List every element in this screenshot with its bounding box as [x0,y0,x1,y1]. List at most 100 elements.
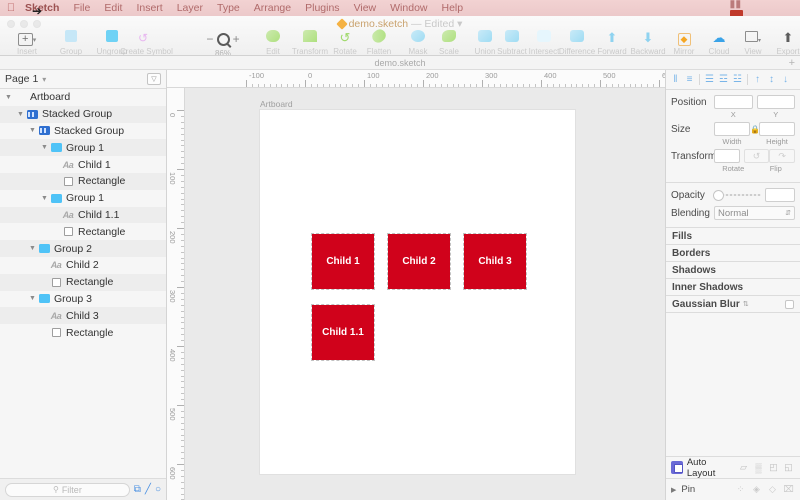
width-input[interactable] [714,122,750,136]
opacity-input[interactable] [765,188,795,202]
canvas-child-box[interactable]: Child 1 [311,233,375,290]
layer-row[interactable]: ▼AaChild 1.1 [0,206,166,224]
disclosure-triangle-icon[interactable]: ▼ [28,295,37,302]
menu-item-file[interactable]: File [66,2,97,14]
duplicate-icon[interactable]: ⧉ [134,484,141,495]
layer-row[interactable]: ▼ Group 2 [0,240,166,257]
height-input[interactable] [759,122,795,136]
filter-input-wrap[interactable]: ⚲ Filter [5,482,130,497]
layer-row[interactable]: ▼AaChild 1 [0,156,166,173]
export-button[interactable]: ⬆ Export [765,29,800,55]
circle-icon[interactable]: ○ [155,484,161,495]
disclosure-triangle-icon[interactable]: ▼ [4,94,13,101]
disclosure-triangle-icon[interactable]: ▶ [671,486,676,494]
menu-item-layer[interactable]: Layer [170,2,210,14]
align-bottom-icon[interactable]: ↓ [779,73,792,87]
shadows-section[interactable]: Shadows [666,262,800,279]
flip-horizontal-icon[interactable]: ↺ [743,149,770,163]
grid-icon[interactable]: ▒ [752,462,765,474]
align-middle-vertical-icon[interactable]: ↕ [765,73,778,87]
flip-vertical-icon[interactable]: ↷ [769,149,796,163]
layer-row[interactable]: ▼Rectangle [0,223,166,240]
inner-shadows-section[interactable]: Inner Shadows [666,279,800,296]
opacity-slider-knob[interactable] [714,191,723,200]
layer-row[interactable]: ▼AaChild 2 [0,257,166,274]
position-x-input[interactable] [714,95,753,109]
horizontal-ruler[interactable]: -1000100200300400500600700 [167,70,665,88]
insert-button[interactable]: + ▾ Insert [4,29,50,55]
layer-row[interactable]: ▼ Artboard [0,89,166,106]
pin-center-icon[interactable]: ◈ [750,484,763,496]
new-tab-button[interactable]: + [789,56,795,70]
align-center-horizontal-icon[interactable]: ☲ [717,73,730,87]
disclosure-triangle-icon[interactable]: ▼ [16,111,25,118]
pen-icon[interactable]: ╱ [145,484,151,495]
opacity-slider[interactable] [714,189,761,201]
artboard-label[interactable]: Artboard [260,99,293,109]
distribute-horizontally-icon[interactable]: ‖ [669,73,682,87]
rotate-input[interactable] [714,149,740,163]
design-canvas[interactable]: Artboard Child 1 Child 2 Child 3 Child 1.1 [185,88,665,500]
menu-item-plugins[interactable]: Plugins [298,2,346,14]
page-options-icon[interactable]: ▽ [147,73,161,85]
layer-row[interactable]: ▼ Group 3 [0,291,166,308]
align-left-icon[interactable]: ☰ [703,73,716,87]
chevron-down-icon[interactable]: ▾ [42,75,46,84]
zoom-out-button[interactable]: − [206,32,213,46]
zoom-in-button[interactable]: + [233,32,240,46]
gaussian-blur-section[interactable]: Gaussian Blur ⇅ [666,296,800,313]
layer-row[interactable]: ▼Rectangle [0,172,166,190]
pin-both-icon[interactable]: ◱ [782,462,795,474]
layer-row[interactable]: ▼ Group 1 [0,190,166,207]
menu-item-help[interactable]: Help [435,2,471,14]
canvas-child-box[interactable]: Child 2 [387,233,451,290]
borders-section[interactable]: Borders [666,245,800,262]
artboard-surface[interactable] [260,110,575,474]
layer-row[interactable]: ▼ Group 1 [0,139,166,157]
align-right-icon[interactable]: ☳ [731,73,744,87]
disclosure-triangle-icon[interactable]: ▼ [40,195,49,202]
group-button[interactable]: Group [48,29,94,55]
filter-input[interactable]: Filter [62,485,82,495]
gaussian-blur-section-checkbox[interactable] [785,299,794,309]
menu-item-view[interactable]: View [347,2,384,14]
resize-folder-icon[interactable]: ▱ [737,462,750,474]
menu-item-type[interactable]: Type [210,2,247,14]
position-y-input[interactable] [756,95,795,109]
align-top-icon[interactable]: ↑ [751,73,764,87]
pin-corners-icon[interactable]: ⁘ [734,484,747,496]
page-selector-row[interactable]: Page 1 ▾ ▽ [0,70,166,89]
layer-row[interactable]: ▼ Stacked Group [0,123,166,140]
disclosure-triangle-icon[interactable]: ▼ [28,245,37,252]
stepper-icon[interactable]: ⇅ [743,300,749,308]
menu-item-window[interactable]: Window [383,2,434,14]
page-name[interactable]: Page 1 [5,73,38,85]
menu-item-sketch[interactable]: Sketch [18,2,66,14]
delete-icon[interactable]: ⌧ [782,484,795,496]
disclosure-triangle-icon[interactable]: ▼ [40,144,49,151]
blending-select[interactable]: Normal ⇵ [714,206,795,220]
layer-row[interactable]: ▼Rectangle [0,324,166,341]
distribute-vertically-icon[interactable]: ≡ [683,73,696,87]
layer-tree-list[interactable]: ▼ Artboard ▼ Stacked Group ▼ Stacked Group ▼ Gr… [0,89,166,478]
battery-icon[interactable]: ▮▮ [726,0,796,10]
create-symbol-button[interactable]: ↺ Create Symbol [120,29,173,55]
zoom-control[interactable]: − + 86% [186,32,260,55]
document-tab[interactable]: demo.sketch [374,58,425,68]
canvas-child-box[interactable]: Child 3 [463,233,527,290]
lock-icon[interactable]: 🔒 [750,125,760,134]
layer-row[interactable]: ▼Rectangle [0,273,166,291]
layer-row[interactable]: ▼AaChild 3 [0,307,166,325]
apple-logo-icon[interactable]:  [4,2,18,14]
menu-item-edit[interactable]: Edit [97,2,129,14]
disclosure-triangle-icon[interactable]: ▼ [28,127,37,134]
layer-row[interactable]: ▼ Stacked Group [0,105,166,123]
menu-item-arrange[interactable]: Arrange [247,2,298,14]
canvas-child-box[interactable]: Child 1.1 [311,304,375,361]
pin-edge-icon[interactable]: ◇ [766,484,779,496]
pin-right-icon[interactable]: ◰ [767,462,780,474]
stepper-icon[interactable]: ⇵ [785,209,791,217]
fills-section[interactable]: Fills [666,228,800,245]
vertical-ruler[interactable]: 0100200300400500600700 [167,88,185,500]
menu-item-insert[interactable]: Insert [129,2,169,14]
